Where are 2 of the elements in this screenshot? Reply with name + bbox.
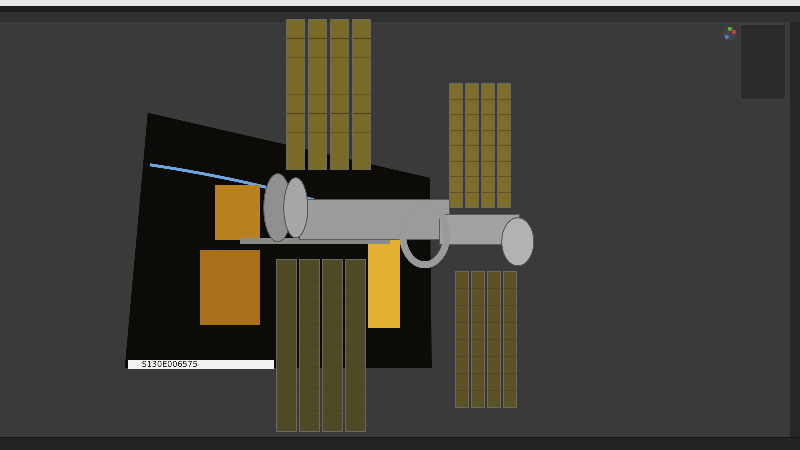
navigation-gizmo-icon[interactable] [722, 26, 738, 42]
image-caption: S130E006575 [128, 360, 274, 369]
